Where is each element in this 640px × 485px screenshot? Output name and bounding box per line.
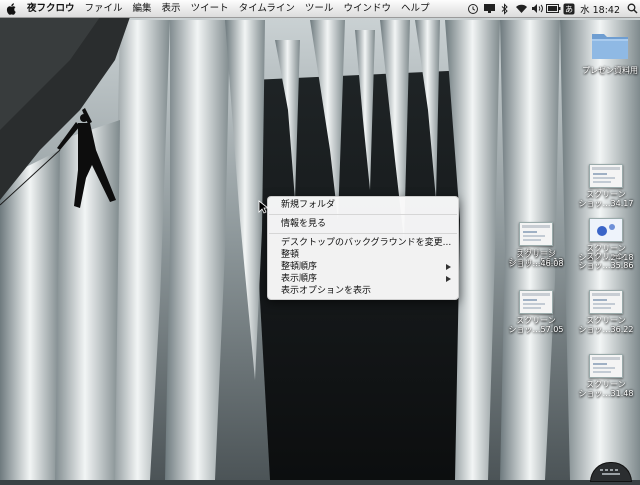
menu-item-change-background[interactable]: デスクトップのバックグラウンドを変更... — [281, 238, 451, 249]
desktop-file[interactable]: スクリーン ショッ…34.17 — [578, 164, 634, 208]
screenshot-thumbnail — [519, 222, 553, 246]
file-label: ショッ…36.22 — [578, 325, 634, 334]
screenshot-thumbnail — [589, 290, 623, 314]
menu-file[interactable]: ファイル — [80, 0, 128, 17]
menu-window[interactable]: ウインドウ — [338, 0, 396, 17]
menu-tools[interactable]: ツール — [300, 0, 339, 17]
screenshot-thumbnail — [519, 290, 553, 314]
screenshot-thumbnail — [589, 218, 623, 242]
menu-edit[interactable]: 編集 — [128, 0, 157, 17]
display-icon[interactable] — [481, 0, 497, 17]
menu-item-view-options[interactable]: 表示オプションを表示 — [281, 286, 371, 297]
file-label: スクリーン — [586, 316, 626, 325]
screenshot-thumbnail — [589, 164, 623, 188]
folder-label: プレゼン資料用 — [582, 66, 638, 75]
menu-separator — [269, 233, 457, 234]
menu-timeline[interactable]: タイムライン — [234, 0, 300, 17]
volume-icon[interactable] — [529, 0, 545, 17]
menu-tweet[interactable]: ツイート — [186, 0, 234, 17]
desktop-context-menu: 新規フォルダ 情報を見る デスクトップのバックグラウンドを変更... 整頓 整頓… — [267, 196, 459, 300]
menu-view[interactable]: 表示 — [157, 0, 186, 17]
menu-bar: 夜フクロウ ファイル 編集 表示 ツイート タイムライン ツール ウインドウ ヘ… — [0, 0, 640, 18]
screenshot-thumbnail — [589, 354, 623, 378]
file-label: ショッ…46.08 — [508, 259, 564, 268]
menu-item-arrange-by[interactable]: 整頓順序 — [281, 262, 317, 273]
desktop-file[interactable]: スクリーン ショッ…31.48 — [578, 354, 634, 398]
menu-item-new-folder[interactable]: 新規フォルダ — [281, 200, 335, 211]
file-label: スクリーン — [586, 380, 626, 389]
submenu-arrow-icon — [446, 264, 451, 270]
desktop-file[interactable]: スクリーン ショッ…46.08 — [508, 250, 564, 268]
menu-separator — [269, 214, 457, 215]
folder-icon — [592, 34, 628, 59]
wifi-icon[interactable] — [513, 0, 529, 17]
desktop-file[interactable]: スクリーン ショッ…36.22 — [578, 290, 634, 334]
file-label: ショッ…57.05 — [508, 325, 564, 334]
spotlight-icon[interactable] — [624, 0, 640, 17]
menubar-clock[interactable]: 水 18:42 — [577, 2, 624, 16]
desktop-file[interactable]: スクリーン ショッ…57.05 — [508, 290, 564, 334]
file-label: ショッ…35.86 — [578, 261, 634, 270]
battery-icon[interactable] — [545, 0, 561, 17]
file-label: ショッ…34.17 — [578, 199, 634, 208]
menu-item-sort-by[interactable]: 表示順序 — [281, 274, 317, 285]
chart-preview-icon — [597, 224, 615, 236]
mouse-cursor-icon — [258, 200, 268, 214]
svg-text:あ: あ — [565, 5, 573, 14]
file-label: スクリーン — [586, 252, 626, 261]
desktop-file[interactable]: スクリーン ショッ…35.86 — [578, 252, 634, 270]
apple-menu-icon[interactable] — [0, 2, 22, 15]
keyboard-icon[interactable] — [590, 462, 632, 482]
file-label: スクリーン — [586, 190, 626, 199]
file-label: ショッ…31.48 — [578, 389, 634, 398]
app-menu[interactable]: 夜フクロウ — [22, 0, 80, 17]
menu-item-get-info[interactable]: 情報を見る — [281, 219, 326, 230]
file-label: スクリーン — [516, 316, 556, 325]
menu-help[interactable]: ヘルプ — [396, 0, 435, 17]
file-label: スクリーン — [516, 250, 556, 259]
bluetooth-icon[interactable] — [497, 0, 513, 17]
time-machine-icon[interactable] — [465, 0, 481, 17]
submenu-arrow-icon — [446, 276, 451, 282]
menu-item-clean-up[interactable]: 整頓 — [281, 250, 299, 261]
desktop-folder[interactable]: プレゼン資料用 — [580, 28, 640, 75]
input-method-icon[interactable]: あ — [561, 0, 577, 17]
